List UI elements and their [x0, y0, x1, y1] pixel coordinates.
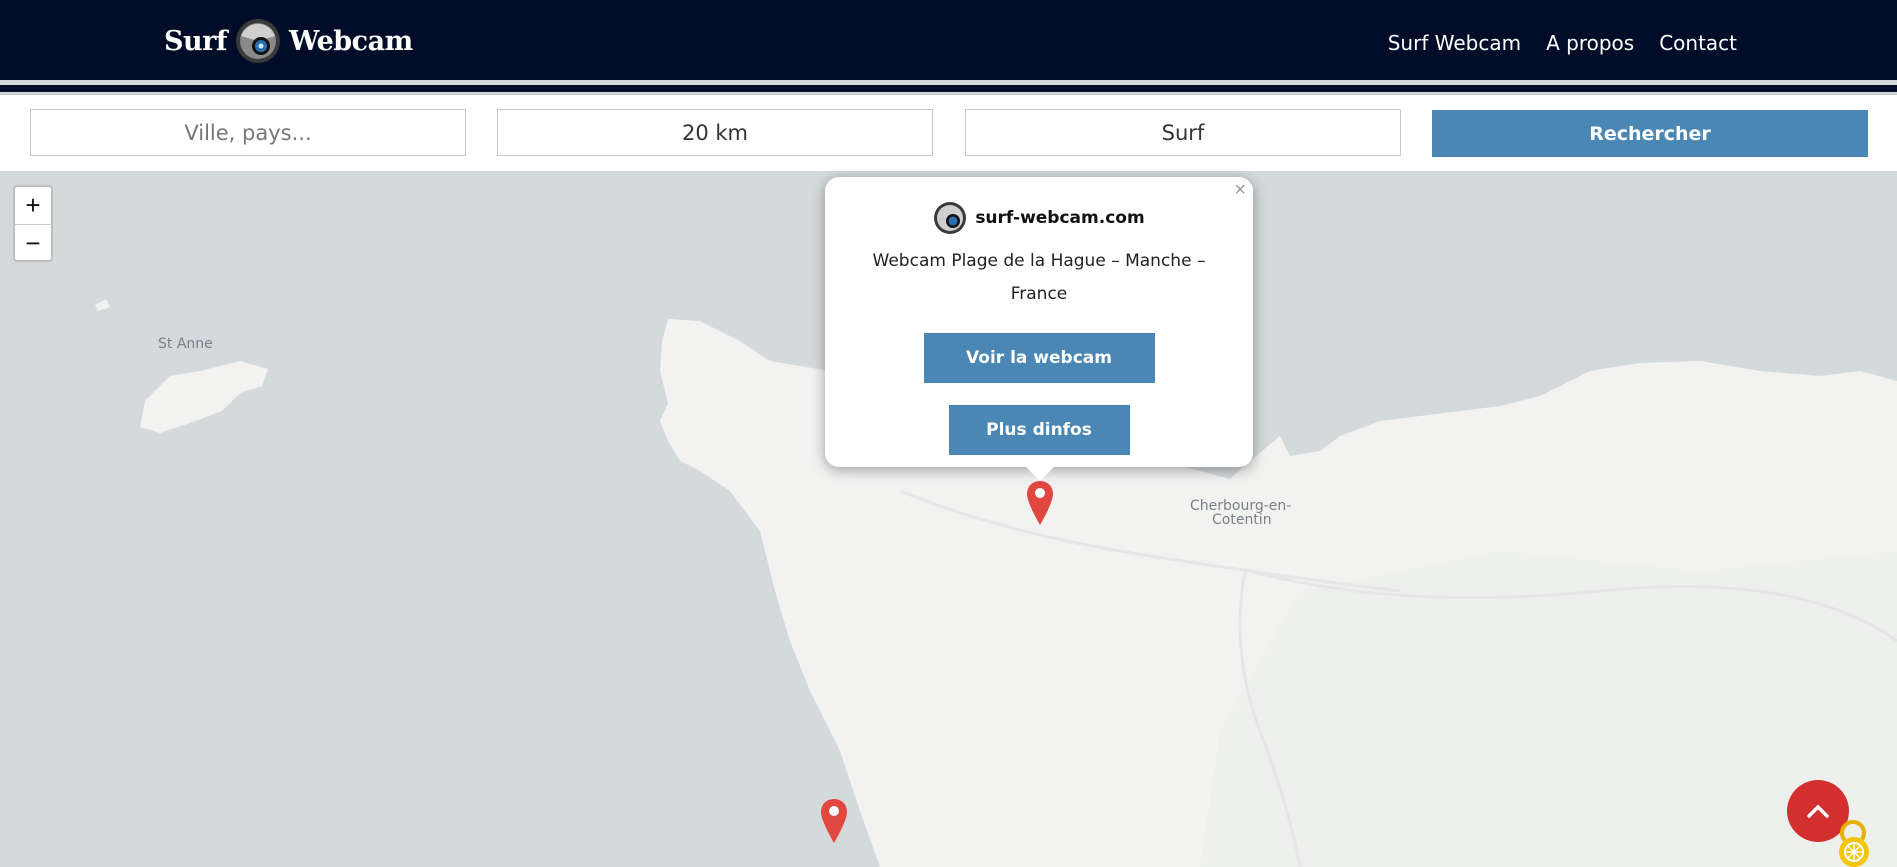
island-shape	[140, 361, 268, 433]
webcam-logo-icon	[235, 19, 280, 63]
view-webcam-button[interactable]: Voir la webcam	[923, 333, 1155, 383]
map-label-city-2: Cotentin	[1212, 512, 1272, 528]
category-value: Surf	[1161, 120, 1205, 145]
radius-select[interactable]: 20 km	[497, 109, 933, 156]
category-select[interactable]: Surf	[965, 109, 1401, 156]
webcam-logo-icon	[934, 202, 967, 234]
search-bar: 20 km Surf Rechercher	[0, 95, 1897, 171]
zoom-out-button[interactable]: −	[15, 225, 51, 262]
nav-a-propos[interactable]: A propos	[1546, 31, 1634, 55]
popup-description: Webcam Plage de la Hague – Manche – Fran…	[872, 251, 1206, 304]
city-field	[30, 109, 466, 156]
chevron-up-icon	[1807, 804, 1829, 818]
map-pin-icon[interactable]	[1026, 481, 1054, 525]
popup-tip	[1026, 467, 1054, 481]
badge-icon[interactable]	[1834, 820, 1874, 867]
nav-contact[interactable]: Contact	[1659, 31, 1737, 55]
site-header: Surf Webcam Surf Webcam A propos Contact	[0, 0, 1897, 80]
popup-brand-text: surf-webcam.com	[975, 208, 1145, 228]
zoom-in-button[interactable]: +	[15, 187, 51, 225]
islet-shape	[95, 299, 110, 311]
logo-text-right: Webcam	[288, 25, 413, 57]
map-label-island: St Anne	[158, 336, 213, 352]
search-button[interactable]: Rechercher	[1432, 110, 1868, 157]
map-pin-icon[interactable]	[820, 799, 848, 843]
popup-brand: surf-webcam.com	[825, 201, 1253, 235]
logo[interactable]: Surf Webcam	[164, 16, 413, 66]
city-input[interactable]	[31, 119, 465, 146]
main-nav: Surf Webcam A propos Contact	[1388, 31, 1737, 55]
header-divider	[0, 85, 1897, 92]
zoom-control: + −	[13, 185, 53, 262]
webcam-popup: × surf-webcam.com Webcam Plage de la Hag…	[825, 177, 1253, 467]
popup-close-button[interactable]: ×	[1234, 179, 1246, 202]
logo-text-left: Surf	[164, 25, 227, 57]
more-info-button[interactable]: Plus dinfos	[948, 405, 1130, 455]
radius-value: 20 km	[681, 120, 748, 145]
map[interactable]: St Anne Cherbourg-en- Cotentin + − × sur…	[0, 171, 1897, 867]
nav-surf-webcam[interactable]: Surf Webcam	[1388, 31, 1521, 55]
